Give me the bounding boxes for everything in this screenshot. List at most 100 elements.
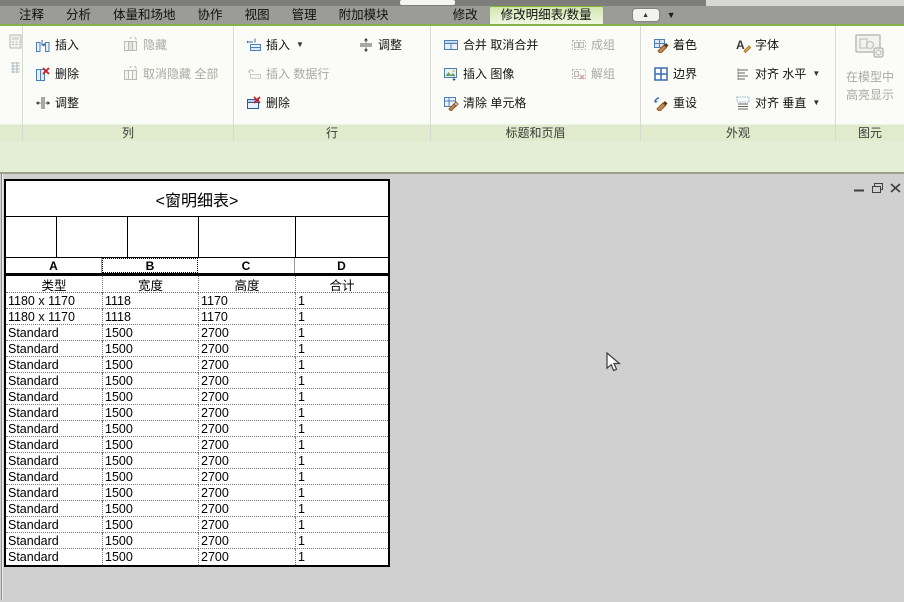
table-cell[interactable]: 1500 — [102, 533, 198, 549]
table-cell[interactable]: Standard — [6, 549, 102, 565]
reset-button[interactable]: 重设 — [653, 94, 735, 111]
align-vertical-button[interactable]: 对齐 垂直 ▼ — [735, 94, 833, 111]
table-cell[interactable]: 1180 x 1170 — [6, 293, 102, 309]
align-horizontal-button[interactable]: 对齐 水平 ▼ — [735, 65, 833, 82]
column-header-3[interactable]: 高度 — [198, 276, 295, 293]
table-cell[interactable]: 1 — [295, 293, 388, 309]
table-cell[interactable]: 1 — [295, 325, 388, 341]
table-cell[interactable]: Standard — [6, 501, 102, 517]
table-cell[interactable]: 2700 — [198, 549, 295, 565]
table-cell[interactable]: 1500 — [102, 341, 198, 357]
insert-data-row-button[interactable]: 插入 数据行 — [246, 65, 358, 82]
table-cell[interactable]: 1 — [295, 357, 388, 373]
table-cell[interactable]: 1170 — [198, 293, 295, 309]
delete-column-button[interactable]: 删除 — [35, 65, 123, 82]
table-cell[interactable]: 1 — [295, 501, 388, 517]
table-cell[interactable]: 1 — [295, 341, 388, 357]
schedule-title-cell[interactable]: <窗明细表> — [6, 181, 388, 217]
table-cell[interactable]: 2700 — [198, 501, 295, 517]
table-cell[interactable]: 1 — [295, 517, 388, 533]
table-cell[interactable]: 2700 — [198, 325, 295, 341]
column-header-4[interactable]: 合计 — [295, 276, 388, 293]
table-cell[interactable]: 1 — [295, 533, 388, 549]
hide-column-button[interactable]: 隐藏 — [123, 36, 231, 53]
minimize-icon[interactable] — [853, 182, 866, 194]
merge-unmerge-button[interactable]: 合并 取消合并 — [443, 36, 571, 53]
header-group-cell[interactable] — [57, 217, 128, 257]
table-cell[interactable]: Standard — [6, 325, 102, 341]
table-cell[interactable]: 2700 — [198, 405, 295, 421]
unhide-all-columns-button[interactable]: 取消隐藏 全部 — [123, 65, 231, 82]
table-cell[interactable]: 1500 — [102, 421, 198, 437]
table-cell[interactable]: 2700 — [198, 517, 295, 533]
table-cell[interactable]: Standard — [6, 485, 102, 501]
delete-row-button[interactable]: 删除 — [246, 94, 358, 111]
ribbon-collapse-button[interactable]: ▲ — [632, 8, 660, 22]
column-letter-B[interactable]: B — [102, 258, 198, 273]
insert-image-button[interactable]: 插入 图像 — [443, 65, 571, 82]
table-cell[interactable]: 2700 — [198, 357, 295, 373]
shading-button[interactable]: 着色 — [653, 36, 735, 53]
table-cell[interactable]: 1500 — [102, 325, 198, 341]
table-cell[interactable]: 1 — [295, 373, 388, 389]
column-letter-A[interactable]: A — [6, 258, 102, 273]
table-cell[interactable]: 1 — [295, 469, 388, 485]
table-cell[interactable]: 1118 — [102, 293, 198, 309]
table-cell[interactable]: 1 — [295, 485, 388, 501]
restore-icon[interactable] — [871, 182, 884, 194]
table-cell[interactable]: 1 — [295, 437, 388, 453]
table-cell[interactable]: 2700 — [198, 341, 295, 357]
column-letter-C[interactable]: C — [198, 258, 295, 273]
table-cell[interactable]: Standard — [6, 389, 102, 405]
table-cell[interactable]: 1500 — [102, 437, 198, 453]
column-header-1[interactable]: 类型 — [6, 276, 102, 293]
table-cell[interactable]: 2700 — [198, 469, 295, 485]
table-cell[interactable]: Standard — [6, 405, 102, 421]
header-group-cell[interactable] — [296, 217, 388, 257]
resize-column-button[interactable]: 调整 — [35, 94, 123, 111]
close-icon[interactable] — [889, 182, 903, 194]
table-cell[interactable]: 1500 — [102, 373, 198, 389]
tab-massing-site[interactable]: 体量和场地 — [102, 6, 187, 24]
header-group-cell[interactable] — [6, 217, 57, 257]
column-header-2[interactable]: 宽度 — [102, 276, 198, 293]
table-cell[interactable]: Standard — [6, 453, 102, 469]
ungroup-button[interactable]: 解组 — [571, 65, 638, 82]
tab-manage[interactable]: 管理 — [281, 6, 328, 24]
table-cell[interactable]: 1 — [295, 421, 388, 437]
chevron-down-icon[interactable]: ▼ — [667, 11, 676, 20]
table-cell[interactable]: 1 — [295, 405, 388, 421]
table-cell[interactable]: 1500 — [102, 517, 198, 533]
tab-annotate[interactable]: 注释 — [8, 6, 55, 24]
table-cell[interactable]: Standard — [6, 437, 102, 453]
table-cell[interactable]: Standard — [6, 533, 102, 549]
insert-column-button[interactable]: 插入 — [35, 36, 123, 53]
tab-addins[interactable]: 附加模块 — [328, 6, 400, 24]
resize-row-button[interactable]: 调整 — [358, 36, 428, 53]
table-cell[interactable]: 2700 — [198, 389, 295, 405]
header-group-cell[interactable] — [199, 217, 296, 257]
table-cell[interactable]: 1500 — [102, 501, 198, 517]
table-cell[interactable]: 1 — [295, 309, 388, 325]
table-cell[interactable]: 2700 — [198, 453, 295, 469]
tab-modify[interactable]: 修改 — [442, 6, 489, 24]
highlight-in-model-button[interactable]: 在模型中 高亮显示 — [836, 26, 904, 103]
table-cell[interactable]: Standard — [6, 373, 102, 389]
table-cell[interactable]: 1118 — [102, 309, 198, 325]
insert-row-button[interactable]: 插入 ▼ — [246, 36, 358, 53]
table-cell[interactable]: 1500 — [102, 549, 198, 565]
table-cell[interactable]: 1500 — [102, 485, 198, 501]
group-button[interactable]: 成组 — [571, 36, 638, 53]
table-cell[interactable]: 1 — [295, 549, 388, 565]
table-cell[interactable]: Standard — [6, 517, 102, 533]
clear-cell-button[interactable]: 清除 单元格 — [443, 94, 571, 111]
tab-collaborate[interactable]: 协作 — [187, 6, 234, 24]
table-cell[interactable]: 1 — [295, 389, 388, 405]
table-cell[interactable]: 1500 — [102, 405, 198, 421]
table-cell[interactable]: 1500 — [102, 357, 198, 373]
table-cell[interactable]: 2700 — [198, 485, 295, 501]
borders-button[interactable]: 边界 — [653, 65, 735, 82]
table-cell[interactable]: 1500 — [102, 389, 198, 405]
table-cell[interactable]: Standard — [6, 357, 102, 373]
tab-modify-schedule[interactable]: 修改明细表/数量 — [489, 6, 604, 24]
